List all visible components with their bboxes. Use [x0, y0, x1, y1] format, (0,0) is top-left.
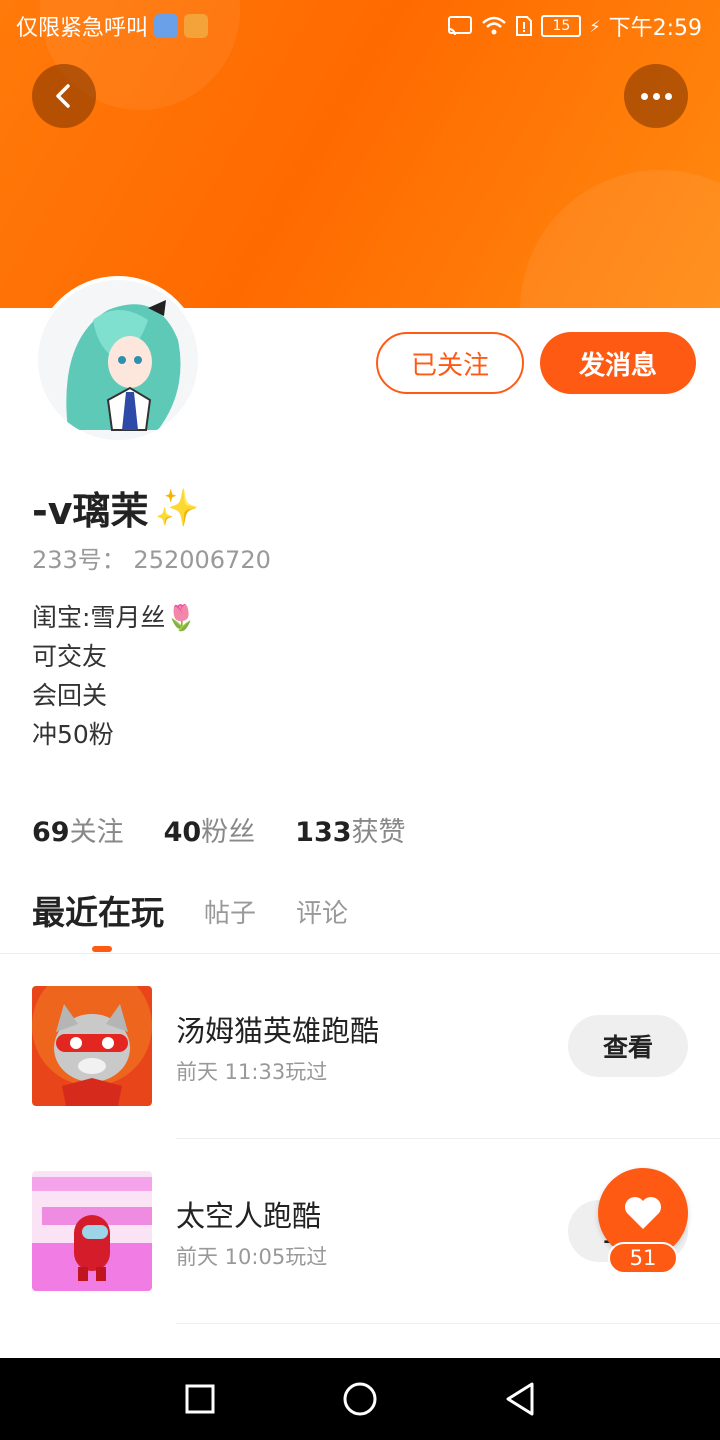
battery-level: 15	[541, 15, 582, 37]
more-horizontal-icon	[640, 92, 672, 100]
avatar-image	[38, 280, 198, 440]
profile-tabs: 最近在玩 帖子 评论	[32, 886, 348, 934]
tulip-emoji: 🌷	[165, 603, 197, 632]
game-icon-tom-cat	[32, 986, 152, 1106]
like-count-badge: 51	[608, 1242, 678, 1274]
stat-label: 关注	[69, 817, 124, 848]
stat-following[interactable]: 69关注	[32, 810, 124, 849]
screen-cast-icon	[448, 16, 473, 36]
divider	[176, 1323, 720, 1324]
stat-value: 40	[163, 817, 202, 848]
game-title: 汤姆猫英雄跑酷	[176, 1014, 380, 1048]
user-id: 233号： 252006720	[32, 546, 271, 574]
stat-label: 获赞	[351, 817, 406, 848]
back-nav-icon[interactable]	[504, 1381, 536, 1417]
avatar[interactable]	[34, 276, 202, 444]
tab-comments[interactable]: 评论	[296, 893, 348, 934]
stat-fans[interactable]: 40粉丝	[164, 810, 256, 849]
system-navigation-bar	[0, 1358, 720, 1440]
profile-name: -v璃茉 ✨	[32, 480, 199, 535]
game-title: 太空人跑酷	[176, 1199, 322, 1233]
send-message-button[interactable]: 发消息	[540, 332, 696, 394]
more-options-button[interactable]	[624, 64, 688, 128]
bio-line: 会回关	[32, 681, 108, 710]
profile-header-banner: 仅限紧急呼叫 15 ⚡ 下午2:59	[0, 0, 720, 308]
tab-recently-played[interactable]: 最近在玩	[32, 886, 164, 934]
charging-icon: ⚡	[589, 16, 601, 36]
banner-decoration	[520, 170, 720, 308]
game-played-time: 前天 11:33玩过	[176, 1060, 328, 1084]
recent-apps-icon[interactable]	[184, 1383, 216, 1415]
heart-icon	[625, 1197, 661, 1229]
bio-line: 闺宝:雪月丝	[32, 603, 166, 632]
cast-app-icon	[184, 14, 209, 38]
home-icon[interactable]	[342, 1381, 378, 1417]
game-icon-space-runner	[32, 1171, 152, 1291]
stat-likes[interactable]: 133获赞	[295, 810, 405, 849]
sparkle-emoji: ✨	[154, 487, 200, 529]
game-played-time: 前天 10:05玩过	[176, 1245, 328, 1269]
emergency-call-text: 仅限紧急呼叫	[16, 16, 149, 41]
bio-line: 冲50粉	[32, 720, 114, 749]
hotspot-icon	[154, 14, 179, 38]
bio-line: 可交友	[32, 642, 108, 671]
profile-stats: 69关注 40粉丝 133获赞	[32, 810, 406, 849]
username: -v璃茉	[32, 489, 149, 533]
status-bar: 仅限紧急呼叫 15 ⚡ 下午2:59	[0, 0, 720, 50]
clock: 下午2:59	[608, 16, 702, 41]
wifi-icon	[482, 16, 507, 35]
game-list-item[interactable]: 汤姆猫英雄跑酷 前天 11:33玩过 查看	[0, 954, 720, 1139]
chevron-left-icon	[56, 84, 70, 108]
back-button[interactable]	[32, 64, 96, 128]
stat-value: 133	[295, 817, 352, 848]
active-tab-indicator	[92, 946, 112, 952]
profile-bio: 闺宝:雪月丝🌷 可交友 会回关 冲50粉	[32, 598, 197, 754]
tab-posts[interactable]: 帖子	[204, 893, 256, 934]
followed-button[interactable]: 已关注	[376, 332, 524, 394]
sim-alert-icon	[516, 16, 533, 36]
stat-value: 69	[32, 817, 70, 848]
view-game-button[interactable]: 查看	[568, 1015, 688, 1077]
stat-label: 粉丝	[201, 817, 256, 848]
